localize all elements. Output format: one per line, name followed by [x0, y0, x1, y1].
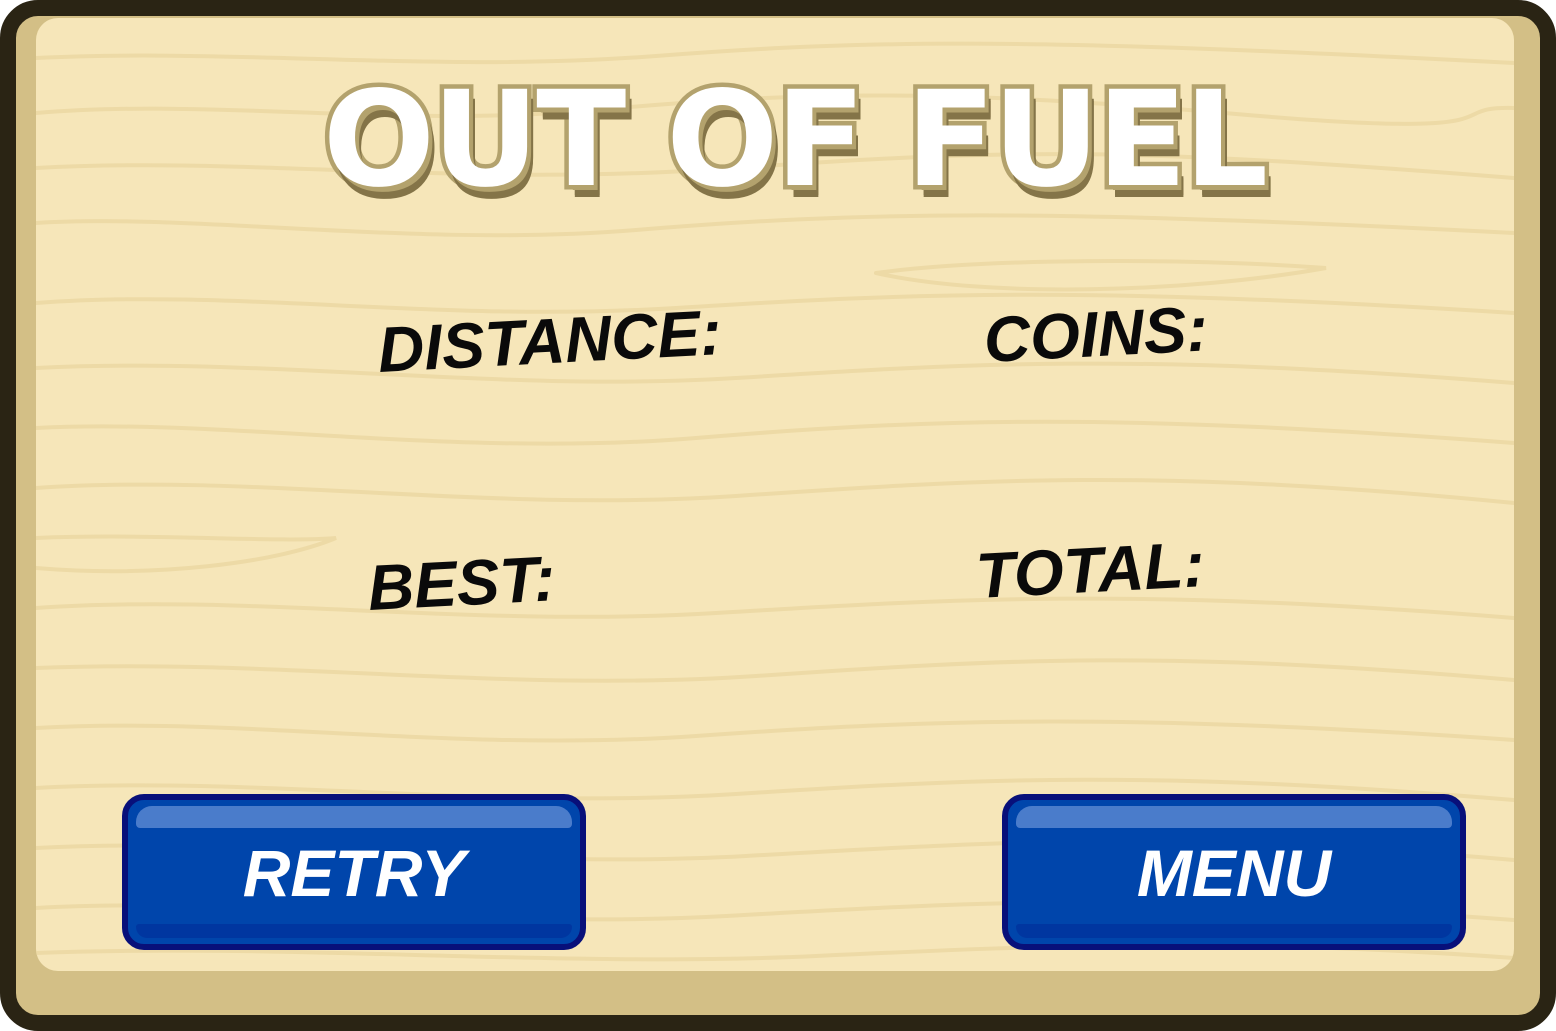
- total-label: TOTAL:: [974, 528, 1207, 612]
- menu-button-label: MENU: [1136, 836, 1332, 910]
- distance-label: DISTANCE:: [376, 296, 724, 386]
- coins-label: COINS:: [982, 292, 1210, 376]
- retry-button-label: RETRY: [242, 836, 466, 910]
- game-over-panel: OUT OF FUEL DISTANCE: COINS: BEST: TOTAL…: [0, 0, 1556, 1031]
- best-label: BEST:: [366, 542, 557, 624]
- retry-button[interactable]: RETRY: [122, 794, 586, 950]
- dialog-title: OUT OF FUEL: [318, 63, 1272, 217]
- menu-button[interactable]: MENU: [1002, 794, 1466, 950]
